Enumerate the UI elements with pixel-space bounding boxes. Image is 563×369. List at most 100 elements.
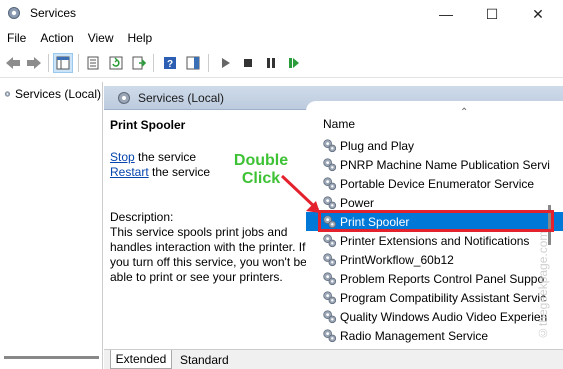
services-gear-icon (4, 91, 11, 97)
service-gear-icon (323, 291, 337, 305)
service-row[interactable]: Power (306, 193, 563, 212)
callout-line-1: Double (233, 152, 289, 169)
pause-service-button[interactable] (261, 53, 281, 73)
menu-file[interactable]: File (0, 31, 33, 45)
service-name: Printer Extensions and Notifications (340, 233, 530, 248)
tree-pane: Services (Local) (0, 82, 103, 369)
service-name: Radio Management Service (340, 328, 489, 343)
play-icon (222, 58, 230, 68)
menu-view[interactable]: View (81, 31, 121, 45)
toolbar-separator (153, 54, 154, 72)
export-icon (132, 56, 146, 70)
stop-icon (244, 59, 252, 67)
service-name: Program Compatibility Assistant Servic (340, 290, 547, 305)
tab-extended[interactable]: Extended (110, 350, 172, 369)
close-icon: ✕ (532, 5, 544, 22)
service-gear-icon (323, 329, 337, 343)
tree-horizontal-scrollbar[interactable] (4, 356, 99, 359)
column-header-label: Name (323, 117, 356, 131)
service-gear-icon (323, 177, 337, 191)
restart-icon (289, 58, 299, 68)
menu-bar: File Action View Help (0, 28, 563, 48)
back-icon (6, 57, 20, 69)
help-button[interactable]: ? (160, 53, 180, 73)
service-gear-icon (323, 310, 337, 324)
service-name: Power (340, 195, 375, 210)
service-name: PNRP Machine Name Publication Servi (340, 157, 550, 172)
tab-standard[interactable]: Standard (174, 350, 229, 369)
service-gear-icon (323, 253, 337, 267)
watermark: ©thegeekpage.com (536, 230, 550, 340)
forward-icon (27, 57, 41, 69)
restart-service-suffix: the service (148, 165, 211, 179)
stop-service-link[interactable]: Stop (110, 150, 135, 164)
description-body: This service spools print jobs and handl… (110, 225, 307, 284)
callout-line-2: Click (241, 170, 281, 187)
show-pane-icon (186, 56, 200, 70)
menu-help[interactable]: Help (121, 31, 160, 45)
service-gear-icon (323, 234, 337, 248)
stop-service-button[interactable] (238, 53, 258, 73)
double-click-callout: Double Click (226, 152, 296, 188)
description-heading: Description: (110, 210, 174, 224)
service-row[interactable]: Program Compatibility Assistant Servic (306, 288, 563, 307)
service-name: Portable Device Enumerator Service (340, 176, 535, 191)
pause-icon (267, 58, 275, 68)
service-row[interactable]: Printer Extensions and Notifications (306, 231, 563, 250)
back-button[interactable] (3, 53, 23, 73)
service-gear-icon (323, 196, 337, 210)
service-row[interactable]: PrintWorkflow_60b12 (306, 250, 563, 269)
toolbar-separator (78, 54, 79, 72)
tree-item-services-local[interactable]: Services (Local) (4, 86, 101, 102)
services-list: ⌃ Name Plug and Play PNRP Machine Name Pu… (306, 101, 563, 349)
properties-button[interactable] (83, 53, 103, 73)
restart-service-link[interactable]: Restart (110, 165, 149, 179)
toolbar: ? (0, 48, 563, 78)
service-row[interactable]: Radio Management Service (306, 326, 563, 345)
svg-text:?: ? (167, 59, 173, 70)
service-row[interactable]: PNRP Machine Name Publication Servi (306, 155, 563, 174)
service-name: Plug and Play (340, 138, 415, 153)
service-gear-icon (323, 215, 337, 229)
restart-service-button[interactable] (284, 53, 304, 73)
services-app-icon (8, 7, 20, 19)
show-action-pane-button[interactable] (183, 53, 203, 73)
view-tabs: Extended Standard (104, 349, 563, 369)
service-gear-icon (323, 158, 337, 172)
stop-service-line: Stop the service (110, 150, 196, 164)
toolbar-separator (208, 54, 209, 72)
forward-button[interactable] (24, 53, 44, 73)
minimize-button[interactable]: — (423, 0, 469, 28)
properties-icon (87, 56, 99, 70)
show-tree-button[interactable] (53, 53, 73, 73)
service-name: Problem Reports Control Panel Suppo (340, 271, 545, 286)
minimize-icon: — (439, 6, 453, 22)
service-row[interactable]: Problem Reports Control Panel Suppo (306, 269, 563, 288)
service-gear-icon (323, 272, 337, 286)
refresh-icon (109, 56, 123, 70)
service-row[interactable]: Portable Device Enumerator Service (306, 174, 563, 193)
show-tree-icon (56, 56, 70, 70)
service-name: PrintWorkflow_60b12 (340, 252, 454, 267)
maximize-button[interactable]: ☐ (469, 0, 515, 28)
services-header-title: Services (Local) (138, 90, 225, 105)
refresh-button[interactable] (106, 53, 126, 73)
title-bar: Services — ☐ ✕ (0, 0, 563, 28)
menu-action[interactable]: Action (33, 31, 80, 45)
service-row[interactable]: Quality Windows Audio Video Experien (306, 307, 563, 326)
service-gear-icon (323, 139, 337, 153)
service-row[interactable]: Plug and Play (306, 136, 563, 155)
window-title: Services (30, 6, 77, 20)
restart-service-line: Restart the service (110, 165, 210, 179)
service-row[interactable]: Print Spooler (306, 212, 563, 231)
tree-item-label: Services (Local) (14, 87, 101, 101)
maximize-icon: ☐ (485, 5, 499, 22)
column-header-name[interactable]: ⌃ Name (306, 107, 563, 135)
description-pane: Print Spooler Stop the service Restart t… (104, 111, 316, 349)
export-list-button[interactable] (129, 53, 149, 73)
stop-service-suffix: the service (134, 150, 197, 164)
selected-service-name: Print Spooler (110, 118, 186, 132)
start-service-button[interactable] (215, 53, 235, 73)
help-icon: ? (164, 57, 176, 70)
close-button[interactable]: ✕ (515, 0, 561, 28)
